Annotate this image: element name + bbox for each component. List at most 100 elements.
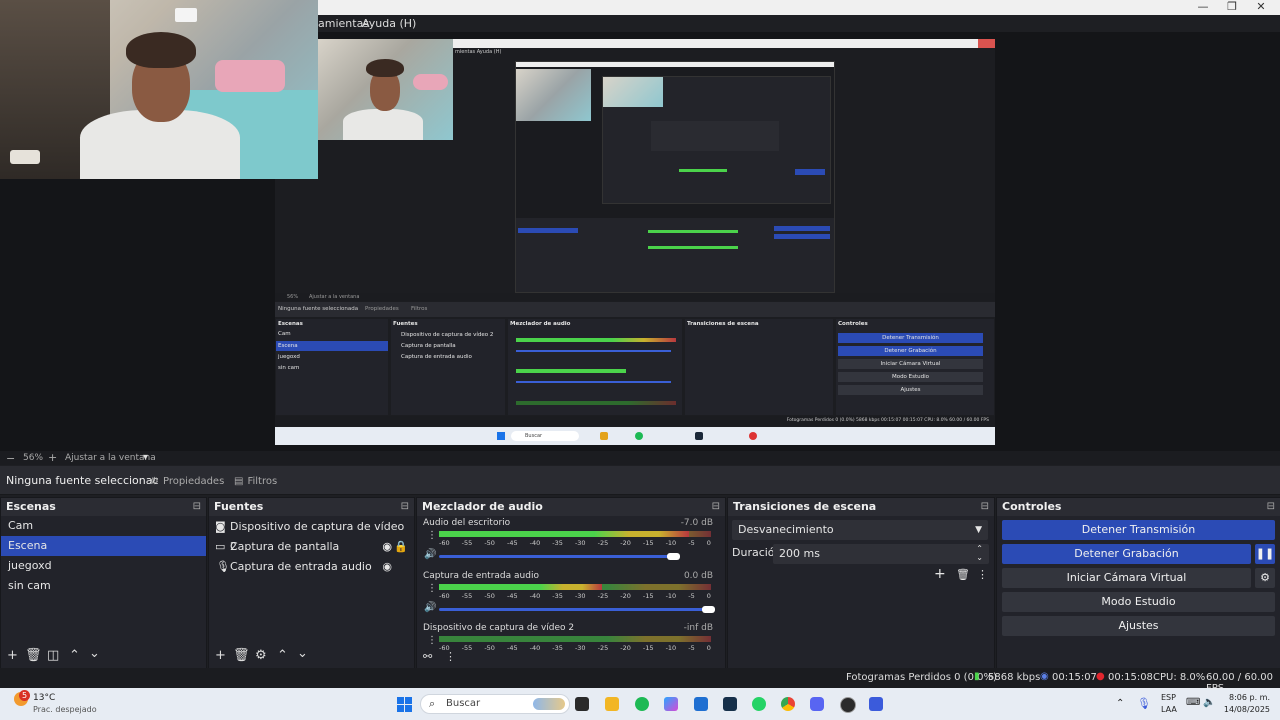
- speaker-icon[interactable]: 🔊: [424, 549, 436, 560]
- pause-icon[interactable]: ❚❚: [1255, 544, 1275, 564]
- transitions-title: Transiciones de escena: [733, 500, 877, 513]
- zoom-out-button[interactable]: −: [6, 452, 15, 465]
- volume-icon[interactable]: 🔈: [1203, 697, 1215, 708]
- settings-button[interactable]: Ajustes: [1002, 616, 1275, 636]
- webcam-feed: [0, 0, 318, 179]
- chevron-up-icon[interactable]: ⌃: [69, 648, 80, 663]
- filters-button[interactable]: ▤ Filtros: [228, 473, 283, 489]
- maximize-button[interactable]: ❐: [1221, 0, 1243, 15]
- channel-menu-icon[interactable]: ⋮: [427, 530, 437, 541]
- gear-icon[interactable]: ⚙: [255, 648, 267, 663]
- steam-icon[interactable]: [723, 697, 737, 711]
- chrome-icon[interactable]: [781, 697, 795, 711]
- chevron-down-icon[interactable]: ⌄: [297, 646, 308, 661]
- inner-filters-tab: Filtros: [411, 306, 428, 312]
- obs-icon[interactable]: [840, 697, 856, 713]
- volume-knob[interactable]: [667, 553, 680, 560]
- clock-time[interactable]: 8:06 p. m.: [1228, 693, 1270, 702]
- inner-sources-title: Fuentes: [393, 321, 418, 327]
- more-options-icon[interactable]: ⋮: [445, 650, 456, 663]
- trash-icon[interactable]: 🗑: [25, 648, 42, 663]
- network-icon[interactable]: ⌨: [1186, 697, 1200, 708]
- meter-tick: -45: [506, 539, 518, 547]
- gear-icon[interactable]: ⚙: [1255, 568, 1275, 588]
- stop-streaming-button[interactable]: Detener Transmisión: [1002, 520, 1275, 540]
- volume-slider[interactable]: [439, 608, 708, 611]
- lock-icon[interactable]: 🔒: [394, 537, 408, 557]
- store-icon[interactable]: [694, 697, 708, 711]
- stop-recording-button[interactable]: Detener Grabación: [1002, 544, 1251, 564]
- microphone-icon[interactable]: 🎙: [1137, 697, 1151, 710]
- discord-icon[interactable]: [810, 697, 824, 711]
- trash-icon[interactable]: 🗑: [233, 648, 250, 663]
- taskbar-search[interactable]: ⌕ Buscar: [420, 694, 570, 714]
- zoom-in-button[interactable]: +: [48, 451, 57, 464]
- inner-scene: Cam: [278, 331, 291, 337]
- eye-icon[interactable]: ◉: [382, 557, 392, 577]
- chevron-down-icon[interactable]: ⌄: [89, 646, 100, 661]
- link-icon[interactable]: ⚯: [423, 650, 432, 663]
- inner-statusbar: Fotogramas Perdidos 0 (0.0%) 5868 kbps 0…: [275, 416, 995, 426]
- chevron-up-icon[interactable]: ⌃: [277, 648, 288, 663]
- source-item[interactable]: ▭ Captura de pantalla ◉ 🔒: [209, 537, 414, 557]
- filter-icon[interactable]: ◫: [47, 648, 59, 663]
- inner-control: Iniciar Cámara Virtual: [838, 359, 983, 369]
- eye-icon[interactable]: ◉: [382, 537, 392, 557]
- controls-header: Controles ⊟: [997, 498, 1280, 516]
- speaker-icon[interactable]: 🔊: [424, 602, 436, 613]
- properties-button[interactable]: ⚙ Propiedades: [144, 473, 230, 489]
- start-button[interactable]: [397, 697, 412, 712]
- trash-icon[interactable]: 🗑: [956, 568, 970, 581]
- webcam-feed-mirror: [318, 39, 453, 140]
- add-icon[interactable]: +: [215, 648, 226, 663]
- scenes-header: Escenas ⊟: [1, 498, 206, 516]
- meter-tick: -45: [506, 592, 518, 600]
- copilot-icon[interactable]: [664, 697, 678, 711]
- meter-tick: -60: [439, 539, 450, 547]
- dock-options-icon[interactable]: ⊟: [193, 498, 201, 516]
- dock-options-icon[interactable]: ⊟: [1267, 498, 1275, 516]
- source-item[interactable]: ◙ Dispositivo de captura de vídeo 2 ◉ 🔒: [209, 517, 414, 553]
- channel-menu-icon[interactable]: ⋮: [427, 635, 437, 646]
- transitions-header: Transiciones de escena ⊟: [728, 498, 994, 516]
- scene-item[interactable]: Cam: [1, 516, 206, 536]
- volume-slider[interactable]: [439, 555, 673, 558]
- whatsapp-icon[interactable]: [752, 697, 766, 711]
- taskview-icon[interactable]: [575, 697, 589, 711]
- sources-title: Fuentes: [214, 500, 264, 513]
- duration-value: 200 ms: [779, 547, 820, 560]
- channel-menu-icon[interactable]: ⋮: [427, 583, 437, 594]
- duration-input[interactable]: 200 ms ⌃ ⌄: [773, 544, 989, 564]
- inner-zoom: 56%: [287, 294, 299, 300]
- spotify-icon[interactable]: [635, 697, 649, 711]
- scene-item[interactable]: juegoxd: [1, 556, 206, 576]
- volume-knob[interactable]: [702, 606, 715, 613]
- stepper-down-icon[interactable]: ⌄: [976, 548, 983, 568]
- lang-top[interactable]: ESP: [1161, 693, 1176, 702]
- add-icon[interactable]: +: [934, 566, 946, 582]
- meter-tick: -30: [574, 539, 586, 547]
- studio-mode-button[interactable]: Modo Estudio: [1002, 592, 1275, 612]
- transition-select[interactable]: Desvanecimiento ▼: [732, 520, 988, 540]
- file-explorer-icon[interactable]: [605, 697, 619, 711]
- inner-transitions: Transiciones de escena: [685, 319, 833, 415]
- close-button[interactable]: ✕: [1250, 0, 1272, 15]
- zoom-dropdown-icon[interactable]: ▾: [143, 452, 148, 463]
- chevron-up-icon[interactable]: ⌃: [1116, 698, 1124, 709]
- app-icon[interactable]: [869, 697, 883, 711]
- source-item[interactable]: 🎙 Captura de entrada audio ◉: [209, 557, 414, 577]
- minimize-button[interactable]: —: [1192, 0, 1214, 15]
- inner-no-source: Ninguna fuente seleccionada: [278, 306, 359, 312]
- inner-mixer: Mezclador de audio: [508, 319, 682, 415]
- gear-icon: ⚙: [150, 475, 159, 487]
- menu-help[interactable]: Ayuda (H): [362, 17, 416, 30]
- cpu-usage: CPU: 8.0%: [1153, 672, 1206, 683]
- scene-item[interactable]: sin cam: [1, 576, 206, 596]
- add-icon[interactable]: +: [7, 648, 18, 663]
- dock-options-icon[interactable]: ⊟: [401, 498, 409, 516]
- dock-options-icon[interactable]: ⊟: [981, 498, 989, 516]
- more-options-icon[interactable]: ⋮: [977, 568, 988, 581]
- dock-options-icon[interactable]: ⊟: [712, 498, 720, 516]
- scene-item-selected[interactable]: Escena: [1, 536, 206, 556]
- start-virtual-camera-button[interactable]: Iniciar Cámara Virtual: [1002, 568, 1251, 588]
